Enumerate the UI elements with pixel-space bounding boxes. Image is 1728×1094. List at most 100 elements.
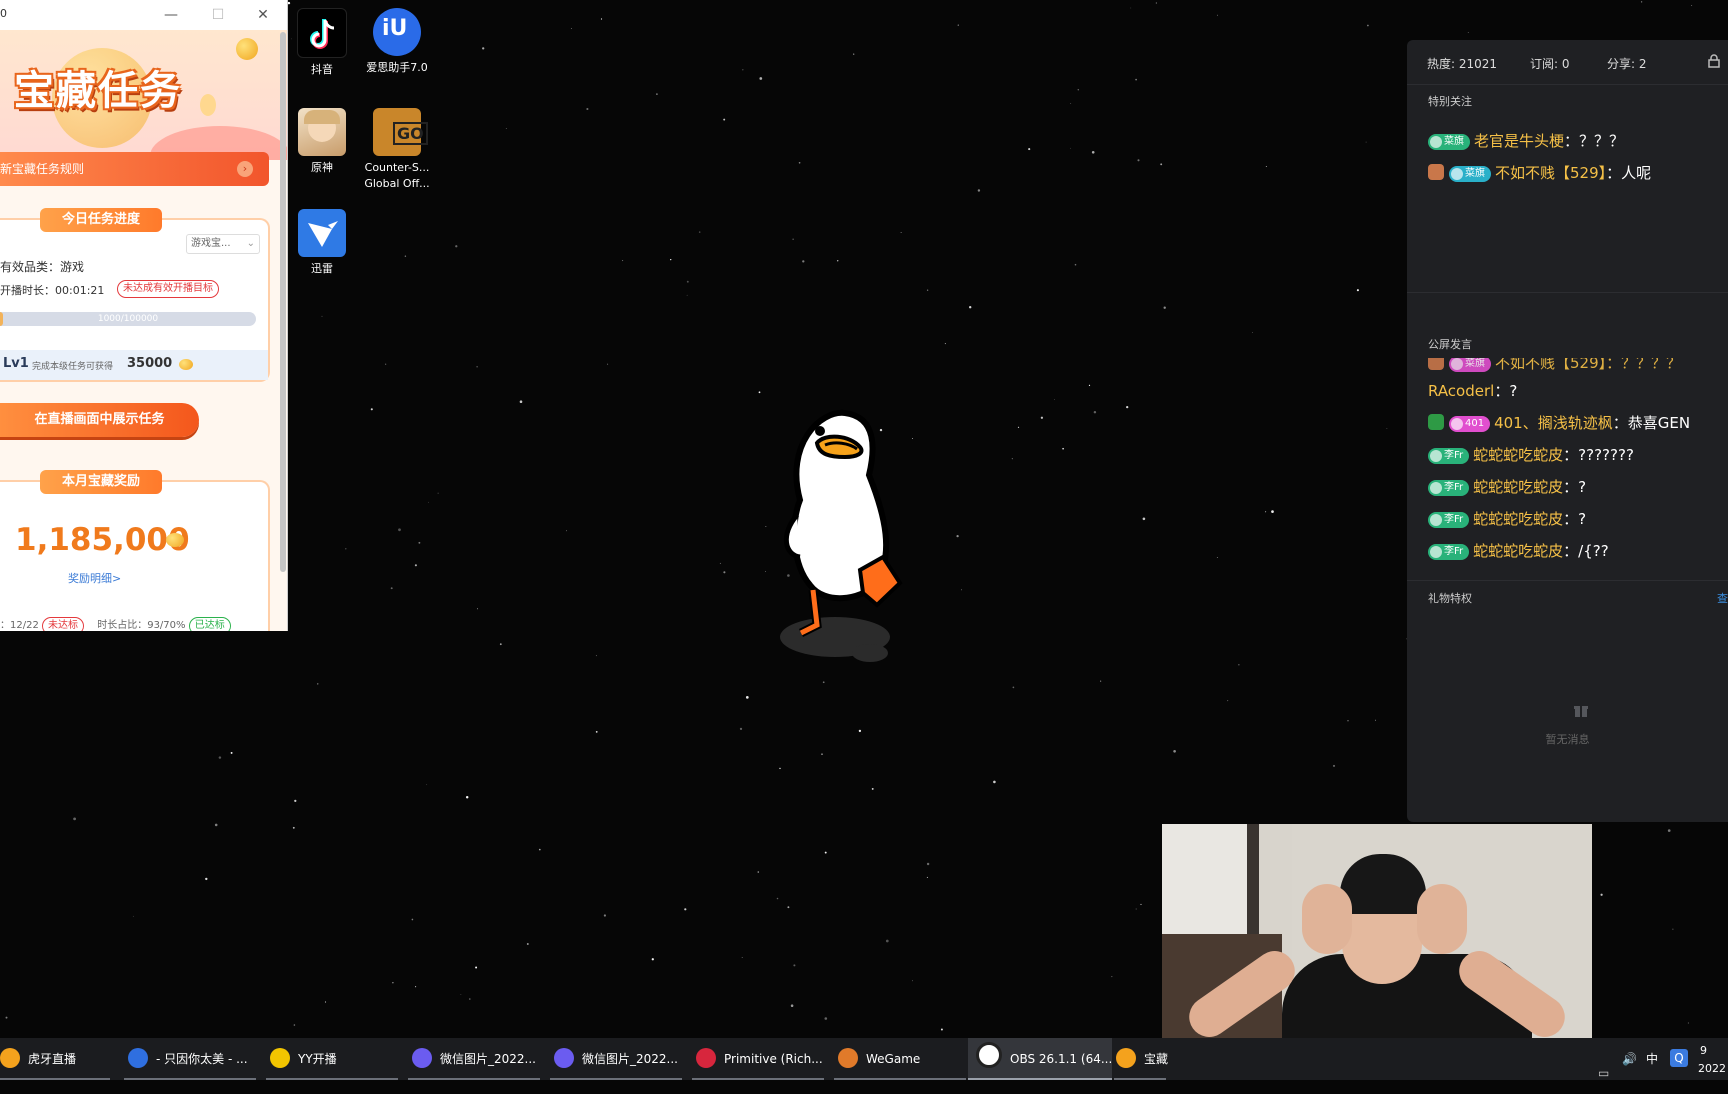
network-icon[interactable]: ▭ — [1598, 1052, 1609, 1094]
task-banner: 宝藏任务 — [0, 30, 287, 160]
chat-message[interactable]: 李Fr 蛇蛇蛇吃蛇皮：??????? — [1428, 444, 1634, 465]
shares-stat: 分享: 2 — [1607, 57, 1647, 71]
subscriptions-stat: 订阅: 0 — [1530, 57, 1570, 71]
user-avatar-icon — [1428, 414, 1444, 430]
public-chat-list[interactable]: 菜旗 不如不贱【529】：？？？？ RAcoderl：? 401 401、搁浅轨迹枫… — [1407, 358, 1728, 568]
public-chat-title: 公屏发言 — [1428, 338, 1472, 351]
chat-nickname: 蛇蛇蛇吃蛇皮 — [1473, 510, 1564, 528]
fan-badge: 李Fr — [1428, 512, 1470, 528]
desktop-icon-aisi[interactable]: iU 爱思助手7.0 — [362, 8, 432, 76]
wegame-icon — [838, 1048, 858, 1068]
progress-fill — [0, 312, 3, 326]
chat-message[interactable]: 李Fr 蛇蛇蛇吃蛇皮：? — [1428, 476, 1586, 497]
taskbar-item-huya[interactable]: 虎牙直播 — [0, 1038, 110, 1080]
month-reward-tag: 本月宝藏奖励 — [40, 470, 162, 494]
fan-badge: 李Fr — [1428, 480, 1470, 496]
gift-icon — [1574, 706, 1588, 717]
xunlei-icon — [298, 209, 346, 257]
month-left-stat: ：12/22 — [0, 620, 39, 631]
duck-illustration — [780, 409, 903, 662]
category-label: 有效品类：游戏 — [0, 260, 85, 274]
taskbar: 虎牙直播 - 只因你太美 - ... YY开播 微信图片_2022... 微信图… — [0, 1038, 1728, 1080]
huya-icon — [1116, 1048, 1136, 1068]
user-avatar-icon — [1428, 358, 1444, 370]
heat-stat: 热度: 21021 — [1427, 57, 1498, 71]
gold-ingot-icon — [179, 359, 193, 370]
douyin-icon — [297, 8, 347, 58]
chat-message[interactable]: 菜旗 不如不贱【529】：人呢 — [1428, 162, 1651, 183]
desktop-icon-genshin[interactable]: 原神 — [287, 108, 357, 176]
reward-details-link[interactable]: 奖励明细> — [68, 570, 121, 586]
window-scrollbar[interactable] — [280, 32, 286, 572]
chat-message[interactable]: 401 401、搁浅轨迹枫：恭喜GEN — [1428, 412, 1690, 433]
lock-icon[interactable] — [1708, 54, 1720, 68]
category-dropdown[interactable]: 游戏宝... ⌄ — [186, 234, 260, 254]
desktop-icon-xunlei[interactable]: 迅雷 — [287, 209, 357, 277]
netease-music-icon — [696, 1048, 716, 1068]
level-row: Lv1 完成本级任务可获得 35000 — [0, 350, 268, 380]
taskbar-item-wechat-image-2[interactable]: 微信图片_2022... — [550, 1038, 682, 1080]
desktop-icon-label: 爱思助手7.0 — [366, 61, 428, 74]
live-stats-bar: 热度: 21021 订阅: 0 分享: 2 — [1407, 40, 1728, 85]
taskbar-item-treasure[interactable]: 宝藏 — [1114, 1038, 1168, 1080]
taskbar-item-yy[interactable]: YY开播 — [266, 1038, 398, 1080]
taskbar-item-wegame[interactable]: WeGame — [834, 1038, 966, 1080]
chat-text: ? — [1578, 478, 1587, 496]
chat-nickname: 401、搁浅轨迹枫 — [1494, 414, 1613, 432]
chat-message[interactable]: 李Fr 蛇蛇蛇吃蛇皮：? — [1428, 508, 1586, 529]
close-button[interactable]: ✕ — [252, 5, 274, 25]
taskbar-item-netease-music[interactable]: Primitive (Rich... — [692, 1038, 824, 1080]
image-viewer-icon — [412, 1048, 432, 1068]
desktop-icon-label-line2: Global Off... — [364, 177, 430, 190]
duration-status-badge: 未达成有效开播目标 — [117, 280, 219, 298]
chat-text: /{?? — [1578, 542, 1609, 560]
minimize-button[interactable]: — — [160, 5, 182, 25]
desktop-icon-csgo[interactable]: GO Counter-S... Global Off... — [362, 108, 432, 192]
level-reward: 35000 — [127, 356, 173, 371]
aisi-icon: iU — [373, 8, 421, 56]
desktop-icon-douyin[interactable]: 抖音 — [287, 8, 357, 78]
chat-message[interactable]: 菜旗 不如不贱【529】：？？？？ — [1428, 358, 1681, 373]
today-progress-tag: 今日任务进度 — [40, 208, 162, 232]
chat-message[interactable]: 菜旗 老官是牛头梗：？？？ — [1428, 130, 1624, 151]
chat-text: 不如不贱【529】：？？？？ — [1495, 358, 1682, 372]
csgo-icon: GO — [373, 108, 428, 156]
treasure-task-logo: 宝藏任务 — [14, 68, 182, 114]
desktop-icon-label: 迅雷 — [311, 262, 333, 275]
window-titlebar: 0 — ☐ ✕ — [0, 0, 287, 30]
kugou-icon — [128, 1048, 148, 1068]
rules-link[interactable]: 新宝藏任务规则 › — [0, 152, 269, 186]
chat-nickname: 不如不贱【529】 — [1495, 164, 1607, 182]
fan-badge: 菜旗 — [1428, 134, 1470, 150]
month-reward-amount: 1,185,000 — [15, 522, 190, 558]
chat-nickname: 蛇蛇蛇吃蛇皮 — [1473, 446, 1564, 464]
desktop-icon-label: 原神 — [311, 161, 333, 174]
taskbar-item-wechat-image-1[interactable]: 微信图片_2022... — [408, 1038, 540, 1080]
fan-badge: 菜旗 — [1449, 166, 1491, 182]
show-task-on-stream-button[interactable]: 在直播画面中展示任务 — [0, 403, 199, 437]
today-progress-bar: 1000/100000 — [0, 312, 256, 326]
fan-badge: 李Fr — [1428, 544, 1470, 560]
qq-icon[interactable]: Q — [1670, 1049, 1688, 1067]
genshin-icon — [298, 108, 346, 156]
gold-ingot-icon — [166, 533, 184, 547]
chat-text: ? — [1578, 510, 1587, 528]
month-stats-row: ：12/22 未达标 时长占比：93/70% 已达标 — [0, 616, 231, 631]
live-chat-panel: 热度: 21021 订阅: 0 分享: 2 特别关注 菜旗 老官是牛头梗：？？？ … — [1407, 40, 1728, 822]
fan-badge: 菜旗 — [1449, 358, 1491, 372]
ime-indicator[interactable]: 中 — [1646, 1038, 1658, 1080]
chat-message[interactable]: 李Fr 蛇蛇蛇吃蛇皮：/{?? — [1428, 540, 1609, 561]
special-follow-title: 特别关注 — [1428, 95, 1472, 108]
volume-icon[interactable]: 🔊 — [1622, 1038, 1637, 1080]
desktop-icon-label: Counter-S... — [364, 161, 430, 174]
image-viewer-icon — [554, 1048, 574, 1068]
taskbar-item-kugou[interactable]: - 只因你太美 - ... — [124, 1038, 256, 1080]
gift-more-link[interactable]: 查 — [1717, 590, 1728, 606]
taskbar-item-obs[interactable]: OBS 26.1.1 (64... — [968, 1038, 1112, 1080]
maximize-button[interactable]: ☐ — [207, 5, 229, 25]
huya-icon — [0, 1048, 20, 1068]
chat-message[interactable]: RAcoderl：? — [1428, 380, 1517, 401]
clock-date[interactable]: 2022 — [1698, 1048, 1726, 1090]
chat-nickname: 蛇蛇蛇吃蛇皮 — [1473, 542, 1564, 560]
chat-text: 恭喜GEN — [1627, 414, 1691, 432]
